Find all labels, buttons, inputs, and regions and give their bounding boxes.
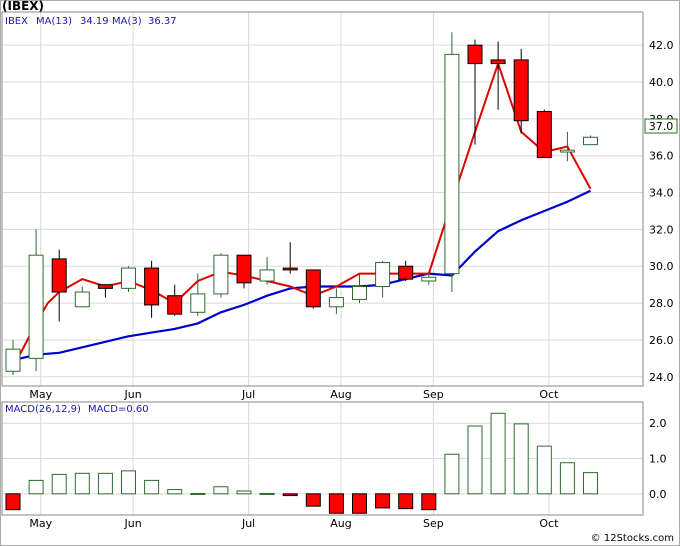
ma13-line: [12, 189, 591, 362]
chart-title: (IBEX): [2, 0, 45, 13]
macd-bar: [352, 493, 367, 514]
ma3-legend-value: 36.37: [148, 16, 177, 27]
price-candles: [5, 32, 598, 375]
price-tick-label: 24.0: [649, 371, 674, 384]
price-tick-label: 32.0: [649, 223, 674, 236]
month-tick-label: Aug: [330, 388, 351, 401]
macd-month-tick-label: Jun: [124, 517, 142, 530]
candle-body: [74, 291, 90, 308]
macd-tick-label: 1.0: [649, 453, 667, 466]
macd-bar: [28, 479, 44, 495]
macd-bar: [144, 479, 160, 495]
candle-body: [213, 254, 229, 295]
candle-body: [97, 284, 113, 289]
price-panel-frame: [1, 11, 644, 387]
candle-body: [559, 149, 575, 153]
macd-bar: [421, 493, 437, 511]
price-tick-label: 30.0: [649, 260, 674, 273]
candle-body: [259, 269, 275, 282]
macd-bar: [444, 453, 460, 495]
candle-body: [467, 44, 483, 65]
month-tick-label: Jun: [124, 388, 142, 401]
macd-bar: [398, 493, 414, 510]
macd-bar: [97, 472, 113, 495]
ticker-legend-label: IBEX: [5, 16, 28, 27]
macd-bar: [305, 493, 321, 507]
candle-body: [121, 267, 136, 289]
macd-month-tick-label: Jul: [241, 517, 255, 530]
macd-month-tick-label: Oct: [539, 517, 559, 530]
macd-bar: [190, 492, 206, 495]
macd-bar: [490, 412, 506, 495]
candle-body: [536, 110, 552, 159]
candle-body: [444, 53, 460, 275]
price-tick-label: 40.0: [649, 76, 674, 89]
macd-bar: [74, 472, 90, 495]
grid-lines: [2, 12, 643, 515]
candle-body: [144, 267, 160, 306]
candle-body: [421, 276, 437, 282]
macd-histogram: [5, 412, 598, 514]
macd-bar: [259, 492, 275, 495]
candle-body: [305, 269, 321, 308]
month-tick-label: Sep: [423, 388, 444, 401]
chart-canvas: 24.026.028.030.032.034.036.038.040.042.0…: [0, 0, 680, 546]
candle-body: [513, 59, 529, 122]
month-tick-label: Jul: [241, 388, 255, 401]
candle-body: [236, 254, 252, 284]
macd-bar: [236, 490, 252, 495]
macd-bar: [51, 473, 67, 495]
ma13-legend-label: MA(13): [36, 16, 72, 27]
macd-bar: [583, 472, 598, 495]
candle-body: [167, 295, 183, 315]
macd-bar: [282, 493, 298, 497]
macd-bar: [536, 445, 552, 495]
month-tick-label: Oct: [539, 388, 559, 401]
price-tick-label: 26.0: [649, 334, 674, 347]
macd-tick-label: 2.0: [649, 417, 667, 430]
macd-bar: [559, 462, 575, 495]
watermark-credit: © 12Stocks.com: [590, 533, 674, 544]
ma3-line: [12, 60, 592, 369]
macd-month-tick-label: Sep: [423, 517, 444, 530]
candle-body: [282, 267, 298, 271]
candle-body: [398, 265, 414, 280]
candle-body: [5, 348, 21, 372]
macd-legend-label: MACD(26,12,9): [5, 404, 81, 415]
macd-month-tick-label: Aug: [330, 517, 351, 530]
macd-bar: [467, 425, 483, 495]
candle-body: [583, 136, 598, 146]
macd-legend-value: MACD=0.60: [88, 404, 149, 415]
candle-body: [375, 262, 391, 288]
candle-body: [352, 286, 367, 300]
moving-average-lines: [12, 60, 592, 369]
last-price-label: 37.0: [649, 120, 674, 133]
macd-bar: [213, 486, 229, 495]
candle-body: [490, 59, 506, 65]
candle-body: [190, 293, 206, 313]
candle-body: [328, 297, 344, 308]
ma3-legend-label: MA(3): [112, 16, 142, 27]
price-tick-label: 34.0: [649, 187, 674, 200]
macd-month-tick-label: May: [29, 517, 52, 530]
candle-body: [28, 254, 44, 359]
month-tick-label: May: [29, 388, 52, 401]
macd-bar: [513, 423, 529, 495]
macd-tick-label: 0.0: [649, 488, 667, 501]
macd-bar: [375, 493, 391, 509]
price-tick-label: 42.0: [649, 39, 674, 52]
ma13-legend-value: 34.19: [80, 16, 109, 27]
macd-bar: [5, 493, 21, 511]
price-tick-label: 36.0: [649, 150, 674, 163]
price-tick-label: 28.0: [649, 297, 674, 310]
macd-bar: [328, 493, 344, 514]
macd-bar: [121, 470, 136, 495]
candle-body: [51, 258, 67, 293]
macd-bar: [167, 489, 183, 495]
